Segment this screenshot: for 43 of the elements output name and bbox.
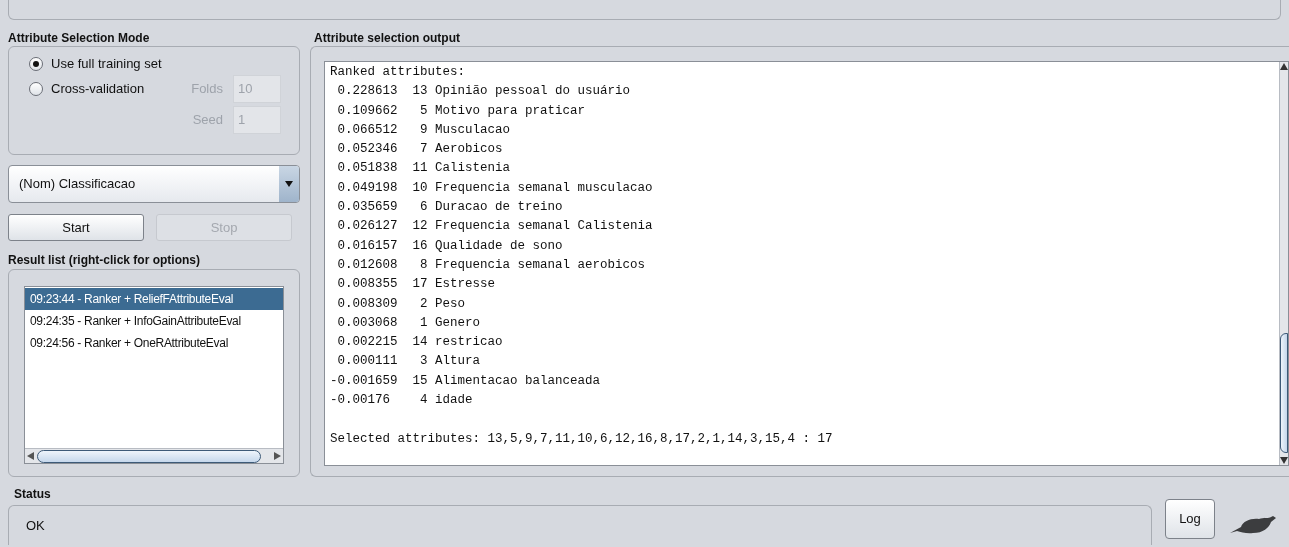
output-line: 0.008355 17 Estresse (336, 277, 496, 292)
radio-label: Use full training set (51, 55, 162, 74)
output-line: 0.016157 16 Qualidade de sono (336, 238, 563, 253)
radio-label: Cross-validation (51, 80, 145, 99)
scroll-right-icon[interactable] (273, 452, 281, 460)
section-title: Attribute selection output (313, 30, 461, 46)
radio-button[interactable] (29, 57, 43, 71)
output-line: 0.109662 5 Motivo para praticar (336, 103, 586, 118)
scroll-down-icon[interactable] (1280, 457, 1288, 465)
output-line: 0.000111 3 Altura (336, 354, 481, 369)
radio-button[interactable] (29, 82, 43, 96)
section-title: Result list (right-click for options) (8, 252, 201, 268)
output-line: 0.066512 9 Musculacao (336, 122, 511, 137)
output-line: 0.035659 6 Duracao de treino (336, 200, 563, 215)
result-item[interactable]: 09:24:56 - Ranker + OneRAttributeEval (25, 332, 283, 355)
scroll-left-icon[interactable] (27, 452, 35, 460)
class-dropdown[interactable]: (Nom) Classificacao (8, 165, 300, 204)
output-line: 0.052346 7 Aerobicos (336, 142, 503, 157)
scrollbar-thumb[interactable] (37, 449, 261, 463)
result-item[interactable]: 09:23:44 - Ranker + ReliefFAttributeEval (25, 288, 283, 311)
section-title: Status (14, 486, 52, 499)
output-line: 0.026127 12 Frequencia semanal Calistenia (336, 219, 653, 234)
log-button[interactable]: Log (1165, 499, 1215, 539)
result-item[interactable]: 09:24:35 - Ranker + InfoGainAttributeEval (25, 310, 283, 333)
output-line: 0.008309 2 Peso (336, 296, 466, 311)
scrollbar-thumb[interactable] (1280, 333, 1288, 453)
output-line: 0.228613 13 Opinião pessoal do usuário (336, 84, 631, 99)
scroll-up-icon[interactable] (1280, 62, 1288, 70)
action-button[interactable]: Start (8, 214, 144, 242)
output-line: -0.001659 15 Alimentacao balanceada (330, 373, 601, 388)
field-label: Seed (192, 111, 223, 130)
output-line: 0.002215 14 restricao (336, 335, 503, 350)
output-line: 0.003068 1 Genero (336, 315, 481, 330)
output-line: Selected attributes: 13,5,9,7,11,10,6,12,16,8,17,2,1,14,3,15,4 : 17 (330, 431, 833, 446)
output-line: Ranked attributes: (330, 65, 466, 79)
horizontal-scrollbar[interactable] (25, 448, 283, 463)
section-title: Attribute Selection Mode (8, 30, 151, 46)
field-label: Folds (191, 80, 223, 99)
output-line: 0.012608 8 Frequencia semanal aerobicos (336, 257, 646, 272)
status-bar: OK (8, 505, 1152, 545)
output-line: 0.051838 11 Calistenia (336, 161, 511, 176)
output-line: 0.049198 10 Frequencia semanal musculacao (336, 180, 653, 195)
output-line: -0.00176 4 idade (330, 393, 473, 408)
